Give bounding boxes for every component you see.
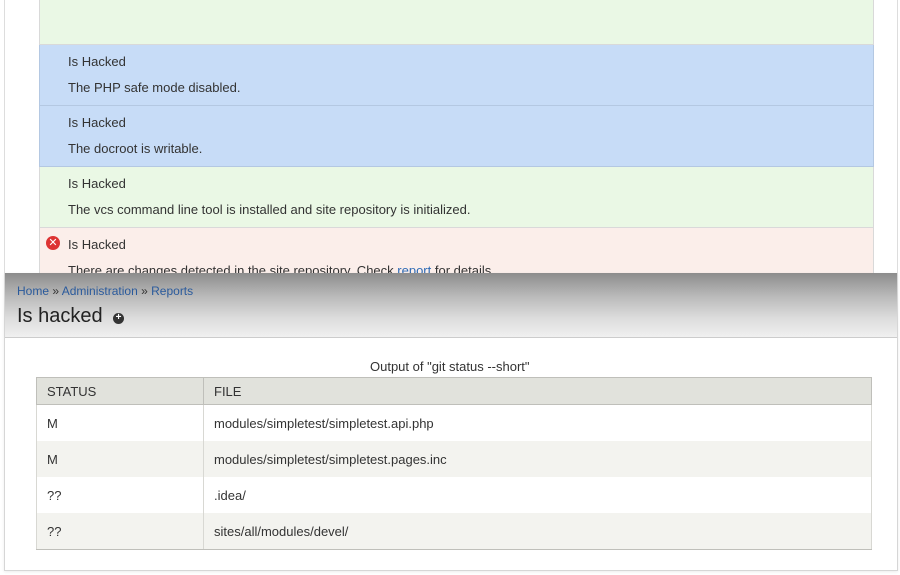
- plus-circle-icon[interactable]: +: [113, 313, 124, 324]
- status-row-title: Is Hacked: [68, 115, 126, 130]
- table-row: ?? .idea/: [36, 477, 872, 513]
- report-link[interactable]: report: [397, 263, 431, 273]
- status-cell: M: [36, 404, 204, 441]
- status-cell: ??: [36, 513, 204, 550]
- table-caption: Output of "git status --short": [370, 359, 530, 374]
- status-row-docroot: Is Hacked The docroot is writable.: [39, 106, 874, 167]
- table-row: M modules/simpletest/simpletest.pages.in…: [36, 441, 872, 477]
- is-hacked-report-page: Home » Administration » Reports Is hacke…: [4, 273, 898, 571]
- status-report-panel: Is Hacked The PHP safe mode disabled. Is…: [4, 0, 898, 273]
- status-row-description: There are changes detected in the site r…: [68, 263, 495, 273]
- status-row-description: The docroot is writable.: [68, 141, 203, 156]
- table-row: ?? sites/all/modules/devel/: [36, 513, 872, 550]
- git-status-table: STATUS FILE M modules/simpletest/simplet…: [36, 377, 872, 550]
- breadcrumb-separator: »: [141, 284, 148, 298]
- breadcrumb-separator: »: [52, 284, 60, 298]
- status-row-description: The vcs command line tool is installed a…: [68, 202, 471, 217]
- error-icon: ✕: [46, 236, 60, 250]
- breadcrumb: Home » Administration » Reports: [17, 284, 193, 298]
- breadcrumb-reports-link[interactable]: Reports: [151, 284, 193, 298]
- status-cell: ??: [36, 477, 204, 513]
- status-row-description: The PHP safe mode disabled.: [68, 80, 241, 95]
- status-row-php-safe-mode: Is Hacked The PHP safe mode disabled.: [39, 45, 874, 106]
- column-header-file[interactable]: FILE: [203, 377, 872, 405]
- table-row: M modules/simpletest/simpletest.api.php: [36, 404, 872, 441]
- table-header-row: STATUS FILE: [36, 377, 872, 405]
- status-cell: M: [36, 441, 204, 477]
- status-row-title: Is Hacked: [68, 54, 126, 69]
- status-row-desc-after: for details.: [431, 263, 495, 273]
- page-header: Home » Administration » Reports Is hacke…: [5, 273, 897, 338]
- file-cell: .idea/: [203, 477, 872, 513]
- breadcrumb-administration-link[interactable]: Administration: [62, 284, 138, 298]
- status-row-desc-before: There are changes detected in the site r…: [68, 263, 398, 273]
- status-report-list: Is Hacked The PHP safe mode disabled. Is…: [39, 0, 874, 273]
- file-cell: modules/simpletest/simpletest.pages.inc: [203, 441, 872, 477]
- file-cell: modules/simpletest/simpletest.api.php: [203, 404, 872, 441]
- status-row-title: Is Hacked: [68, 176, 126, 191]
- status-row-partial-top: [39, 0, 874, 45]
- file-cell: sites/all/modules/devel/: [203, 513, 872, 550]
- page-title: Is hacked: [17, 305, 103, 327]
- status-row-repository-changes: ✕ Is Hacked There are changes detected i…: [39, 228, 874, 273]
- column-header-status[interactable]: STATUS: [36, 377, 204, 405]
- status-row-title: Is Hacked: [68, 237, 126, 252]
- status-row-vcs: Is Hacked The vcs command line tool is i…: [39, 167, 874, 228]
- breadcrumb-home-link[interactable]: Home: [17, 284, 49, 298]
